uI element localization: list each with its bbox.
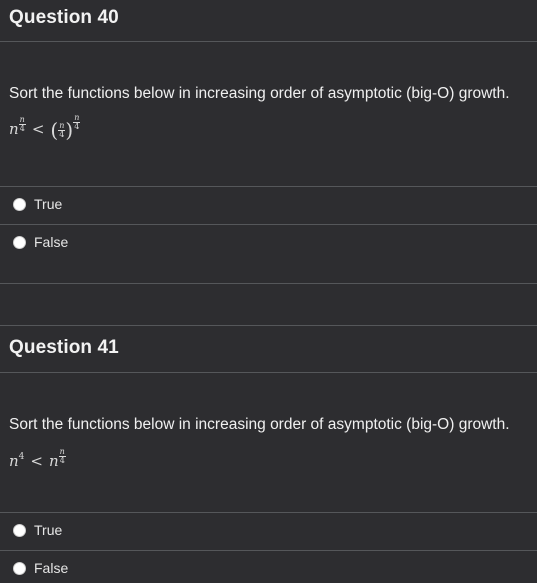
question-title: Question 40 [9, 7, 119, 28]
question-prompt: Sort the functions below in increasing o… [9, 85, 510, 102]
fraction-denominator: 4 [59, 455, 65, 465]
math-exponent-fraction: n4 [18, 115, 26, 133]
math-base: n [9, 120, 19, 138]
option-label: False [34, 560, 69, 576]
right-paren: ) [65, 118, 74, 142]
answer-option-true[interactable]: True [0, 186, 537, 224]
math-relation: < [30, 452, 43, 470]
option-label: False [34, 234, 69, 250]
math-exponent-fraction: n4 [73, 113, 81, 131]
fraction-denominator: 4 [74, 121, 80, 131]
question-header: Question 40 [0, 0, 537, 42]
math-base: n [9, 452, 19, 470]
math-base: n [48, 452, 59, 470]
radio-button[interactable] [13, 562, 26, 575]
question-header: Question 41 [0, 326, 537, 373]
radio-button[interactable] [13, 236, 26, 249]
question-title: Question 41 [9, 337, 119, 358]
left-paren: ( [50, 118, 59, 142]
option-label: True [34, 522, 63, 538]
math-expression: n4 < n n 4 [9, 447, 66, 471]
option-label: True [34, 196, 63, 212]
math-exponent-fraction: n4 [58, 447, 66, 465]
radio-button[interactable] [13, 198, 26, 211]
math-exponent: 4 [18, 452, 25, 462]
radio-button[interactable] [13, 524, 26, 537]
fraction-denominator: 4 [19, 123, 25, 133]
divider [0, 283, 537, 284]
answer-option-false[interactable]: False [0, 224, 537, 262]
answer-option-true[interactable]: True [0, 512, 537, 550]
question-prompt: Sort the functions below in increasing o… [9, 416, 510, 433]
quiz-page: Question 40 Sort the functions below in … [0, 0, 537, 583]
answer-option-false[interactable]: False [0, 550, 537, 583]
math-expression: n n 4 <(n 4) n 4 [9, 113, 81, 142]
math-relation: < [31, 120, 45, 138]
